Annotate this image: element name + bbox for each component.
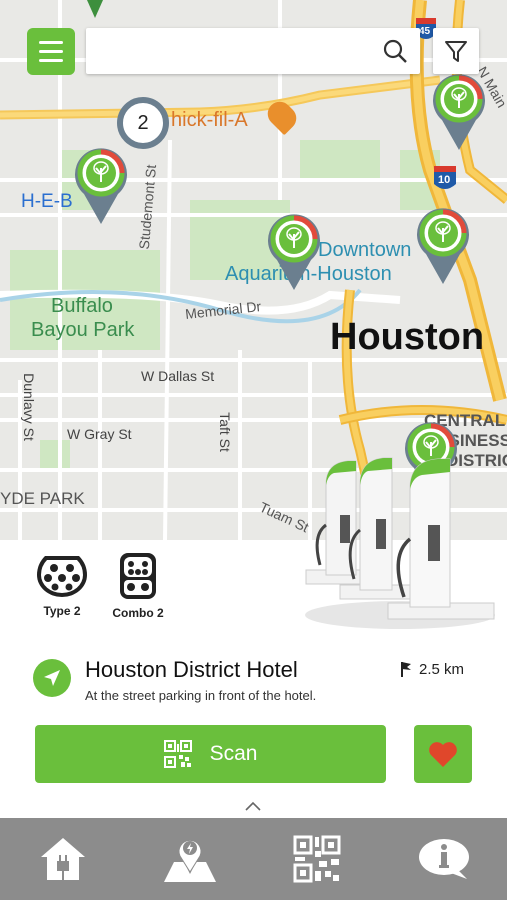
map-label-heb: H-E-B	[21, 191, 73, 212]
app-root: 45 10 N Main hick-fil-A H-E-B Studemont …	[0, 0, 507, 900]
navigation-arrow-icon	[44, 670, 60, 686]
chevron-up-icon[interactable]	[243, 800, 263, 812]
map-label-chickfila: hick-fil-A	[171, 109, 248, 131]
connector-label: Type 2	[43, 604, 81, 618]
map-cluster-marker[interactable]: 2	[117, 97, 169, 149]
search-bar	[86, 28, 420, 74]
nav-info[interactable]	[414, 829, 474, 889]
nav-scan[interactable]	[287, 829, 347, 889]
menu-icon-bar	[39, 41, 63, 44]
map-label-houston: Houston	[330, 316, 485, 358]
menu-button[interactable]	[27, 28, 75, 75]
combo2-plug-icon	[120, 553, 156, 599]
charger-stations-illustration	[305, 457, 495, 629]
menu-icon-bar	[39, 59, 63, 62]
map-label-w-dallas: W Dallas St	[141, 368, 215, 384]
map-label-buffalo-2: Bayou Park	[31, 319, 135, 341]
station-description: At the street parking in front of the ho…	[85, 688, 317, 703]
charger-pin-marker[interactable]	[72, 146, 130, 226]
scan-label: Scan	[209, 742, 258, 765]
map-label-downtown: Downtown	[318, 239, 412, 261]
scan-button[interactable]: Scan	[35, 725, 386, 783]
bottom-navbar	[0, 818, 507, 900]
distance-value: 2.5 km	[419, 660, 465, 678]
charger-pin-marker[interactable]	[430, 72, 488, 152]
search-icon[interactable]	[382, 38, 408, 64]
map-label-taft: Taft St	[216, 412, 233, 452]
station-distance: 2.5 km	[399, 660, 464, 678]
menu-icon-bar	[39, 50, 63, 53]
heart-icon	[429, 742, 457, 767]
filter-button[interactable]	[433, 28, 479, 74]
map-label-i45: 45	[419, 26, 431, 37]
connector-label: Combo 2	[112, 606, 164, 620]
favorite-button[interactable]	[414, 725, 472, 783]
map-label-buffalo-1: Buffalo	[51, 295, 113, 317]
qr-code-icon	[163, 740, 192, 768]
filter-icon	[445, 41, 467, 62]
map-pin-icon	[164, 839, 217, 882]
search-input[interactable]	[96, 36, 376, 66]
map-label-hyde-park: YDE PARK	[0, 489, 85, 508]
map-label-dunlavy: Dunlavy St	[20, 373, 37, 441]
charger-pin-marker[interactable]	[414, 206, 472, 286]
nav-home[interactable]	[33, 829, 93, 889]
connector-combo2: Combo 2	[109, 552, 167, 620]
qr-code-icon	[293, 835, 341, 883]
station-name: Houston District Hotel	[85, 657, 298, 682]
type2-plug-icon	[37, 556, 87, 597]
connector-type2: Type 2	[35, 552, 89, 618]
map-label-w-gray: W Gray St	[67, 426, 132, 442]
home-charger-icon	[41, 838, 86, 880]
navigate-button[interactable]	[33, 659, 71, 697]
charger-pin-marker[interactable]	[265, 212, 323, 292]
map-label-i10: 10	[438, 174, 451, 186]
info-icon	[418, 839, 469, 879]
nav-map[interactable]	[160, 829, 220, 889]
flag-icon	[401, 662, 411, 677]
